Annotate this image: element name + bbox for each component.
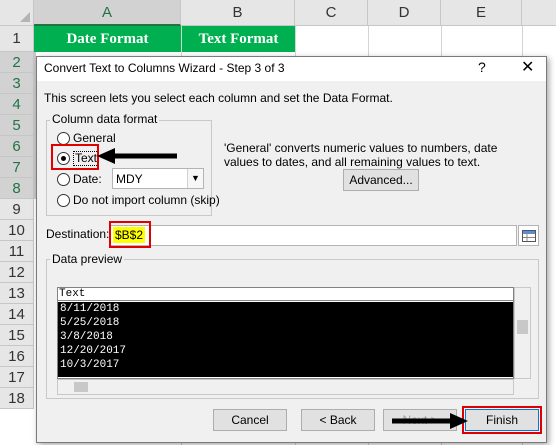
row-header-8[interactable]: 8 [0, 178, 34, 199]
cancel-button[interactable]: Cancel [213, 409, 287, 431]
close-button[interactable]: ✕ [521, 57, 534, 77]
preview-row-1: 8/11/2018 [60, 303, 120, 315]
date-label: Date: [73, 172, 102, 186]
row-header-7[interactable]: 7 [0, 157, 34, 178]
text-option-highlight [51, 144, 99, 170]
chevron-down-icon[interactable]: ▼ [187, 169, 203, 188]
preview-row-4: 12/20/2017 [60, 345, 127, 357]
column-header-e[interactable]: E [441, 0, 522, 26]
destination-input[interactable] [109, 225, 517, 246]
vertical-scroll-thumb[interactable] [517, 320, 528, 334]
row-header-13[interactable]: 13 [0, 283, 34, 304]
preview-row-2: 5/25/2018 [60, 317, 120, 329]
preview-row-3: 3/8/2018 [60, 331, 113, 343]
column-header-f[interactable] [522, 0, 556, 26]
row-header-10[interactable]: 10 [0, 220, 34, 241]
general-label: General [73, 131, 116, 145]
row-header-1[interactable]: 1 [0, 26, 34, 52]
text-to-columns-dialog: Convert Text to Columns Wizard - Step 3 … [36, 56, 547, 443]
destination-label: Destination: [46, 227, 110, 241]
preview-horizontal-scrollbar[interactable] [57, 379, 514, 395]
range-select-icon [522, 230, 536, 242]
skip-label: Do not import column (skip) [73, 193, 220, 207]
dialog-title: Convert Text to Columns Wizard - Step 3 … [44, 61, 285, 75]
column-header-c[interactable]: C [295, 0, 368, 26]
row-header-4[interactable]: 4 [0, 94, 34, 115]
column-header-b[interactable]: B [181, 0, 295, 26]
column-header-d[interactable]: D [368, 0, 441, 26]
row-header-15[interactable]: 15 [0, 325, 34, 346]
row-header-11[interactable]: 11 [0, 241, 34, 262]
horizontal-scroll-thumb[interactable] [74, 382, 88, 392]
row-header-5[interactable]: 5 [0, 115, 34, 136]
back-button[interactable]: < Back [301, 409, 375, 431]
group-label: Column data format [50, 112, 160, 126]
date-radio[interactable] [57, 173, 70, 186]
row-header-14[interactable]: 14 [0, 304, 34, 325]
row-header-3[interactable]: 3 [0, 73, 34, 94]
column-header-a[interactable]: A [34, 0, 181, 26]
destination-highlight [109, 221, 151, 248]
preview-selected-column[interactable]: 8/11/2018 5/25/2018 3/8/2018 12/20/2017 … [58, 302, 513, 377]
cell-a1[interactable]: Date Format [34, 26, 181, 52]
date-format-value: MDY [116, 172, 143, 186]
dialog-intro: This screen lets you select each column … [44, 91, 393, 105]
select-all-corner[interactable] [0, 0, 34, 26]
row-header-17[interactable]: 17 [0, 367, 34, 388]
row-header-18[interactable]: 18 [0, 388, 34, 409]
row-header-16[interactable]: 16 [0, 346, 34, 367]
cell-b1[interactable]: Text Format [182, 26, 295, 52]
advanced-button[interactable]: Advanced... [343, 169, 419, 191]
format-description: 'General' converts numeric values to num… [224, 141, 498, 169]
data-preview-label: Data preview [50, 252, 125, 266]
row-header-2[interactable]: 2 [0, 52, 34, 73]
skip-radio[interactable] [57, 194, 70, 207]
preview-row-5: 10/3/2017 [60, 359, 120, 371]
arrow-annotation-icon [97, 148, 177, 164]
date-format-select[interactable]: MDY ▼ [112, 168, 204, 189]
row-header-9[interactable]: 9 [0, 199, 34, 220]
help-button[interactable]: ? [478, 59, 486, 75]
dialog-titlebar: Convert Text to Columns Wizard - Step 3 … [37, 57, 546, 81]
preview-column-header[interactable]: Text [58, 288, 513, 301]
row-header-6[interactable]: 6 [0, 136, 34, 157]
collapse-dialog-button[interactable] [518, 225, 539, 246]
finish-arrow-icon [392, 413, 468, 429]
row-header-12[interactable]: 12 [0, 262, 34, 283]
preview-vertical-scrollbar[interactable] [514, 287, 531, 379]
finish-highlight [462, 406, 542, 434]
preview-header-text: Text [59, 288, 86, 300]
